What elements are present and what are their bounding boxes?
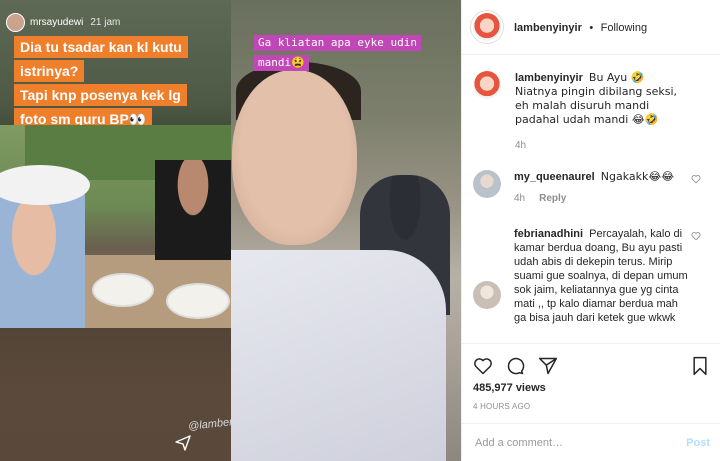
post-comment-button[interactable]: Post [686, 437, 710, 449]
comment-meta: 4h [515, 139, 690, 153]
post-timestamp[interactable]: 4 HOURS AGO [473, 402, 530, 411]
story-photo [0, 125, 231, 328]
story-caption-right: Ga kliatan apa eyke udin mandi😫 [254, 33, 421, 73]
post-media[interactable]: mrsayudewi 21 jam Dia tu tsadar kan kl k… [0, 0, 461, 461]
comment-body: febrianadhini Percayalah, kalo di kamar … [514, 227, 689, 325]
woman-outfit [231, 250, 446, 461]
like-heart-icon[interactable] [473, 356, 493, 376]
share-icon[interactable] [538, 356, 558, 376]
save-bookmark-icon[interactable] [690, 356, 710, 376]
comment-avatar[interactable] [473, 170, 501, 198]
comment-item: febrianadhini Percayalah, kalo di kamar … [473, 227, 713, 325]
comment-bubble-icon[interactable] [505, 356, 525, 376]
comment-body: lambenyinyir Bu Ayu 🤣 Niatnya pingin dib… [515, 71, 690, 153]
story-caption-line: mandi😫 [254, 55, 309, 71]
story-caption-line: Dia tu tsadar kan kl kutu [14, 36, 188, 58]
story-user: mrsayudewi 21 jam [6, 13, 120, 32]
comment-username[interactable]: lambenyinyir [515, 72, 583, 84]
comment-input[interactable] [473, 435, 667, 450]
comment-username[interactable]: my_queenaurel [514, 171, 595, 183]
following-button[interactable]: Following [601, 22, 647, 34]
story-username: mrsayudewi [30, 17, 84, 28]
story-caption: Dia tu tsadar kan kl kutu istrinya? Tapi… [14, 36, 224, 132]
comment-item: my_queenaurel Ngakakk😂😂 4h Reply [473, 170, 713, 206]
comment-time[interactable]: 4h [514, 192, 525, 206]
comment-avatar[interactable] [473, 71, 501, 99]
story-avatar [6, 13, 25, 32]
like-comment-heart-icon[interactable] [691, 174, 701, 184]
comment-text: Percayalah, kalo di kamar berdua doang, … [514, 228, 688, 324]
comment-body: my_queenaurel Ngakakk😂😂 4h Reply [514, 170, 689, 206]
separator-dot: • [589, 22, 594, 34]
caption-comment: lambenyinyir Bu Ayu 🤣 Niatnya pingin dib… [473, 71, 713, 153]
story-screenshot-left: mrsayudewi 21 jam Dia tu tsadar kan kl k… [0, 0, 231, 461]
story-watermark: @lambenyinyir [187, 413, 231, 433]
woman-face [232, 70, 357, 245]
comment-time[interactable]: 4h [515, 139, 526, 153]
comment-username[interactable]: febrianadhini [514, 228, 583, 240]
account-avatar[interactable] [473, 13, 501, 41]
comments-list[interactable]: lambenyinyir Bu Ayu 🤣 Niatnya pingin dib… [462, 56, 720, 343]
story-time: 21 jam [90, 17, 121, 28]
man-figure [155, 160, 231, 260]
story-caption-line: Ga kliatan apa eyke udin [254, 35, 421, 51]
comment-meta: 4h Reply [514, 192, 689, 206]
like-comment-heart-icon[interactable] [691, 231, 701, 241]
comment-text: Ngakakk😂😂 [600, 170, 675, 183]
add-comment-bar: Post [462, 423, 720, 461]
plate [166, 283, 230, 319]
post-side-panel: lambenyinyir • Following lambenyinyir Bu… [461, 0, 720, 461]
post-header: lambenyinyir • Following [462, 0, 720, 55]
view-count[interactable]: 485,977 views [473, 382, 546, 394]
comment-avatar[interactable] [473, 281, 501, 309]
account-username[interactable]: lambenyinyir [514, 22, 582, 34]
story-caption-line: Tapi knp posenya kek lg [14, 84, 187, 106]
reply-button[interactable]: Reply [539, 192, 566, 206]
story-caption-line: istrinya? [14, 60, 85, 82]
woman-figure [0, 185, 85, 328]
send-icon [175, 435, 191, 451]
post-actions: 485,977 views 4 HOURS AGO [462, 343, 720, 420]
plate [92, 273, 154, 307]
